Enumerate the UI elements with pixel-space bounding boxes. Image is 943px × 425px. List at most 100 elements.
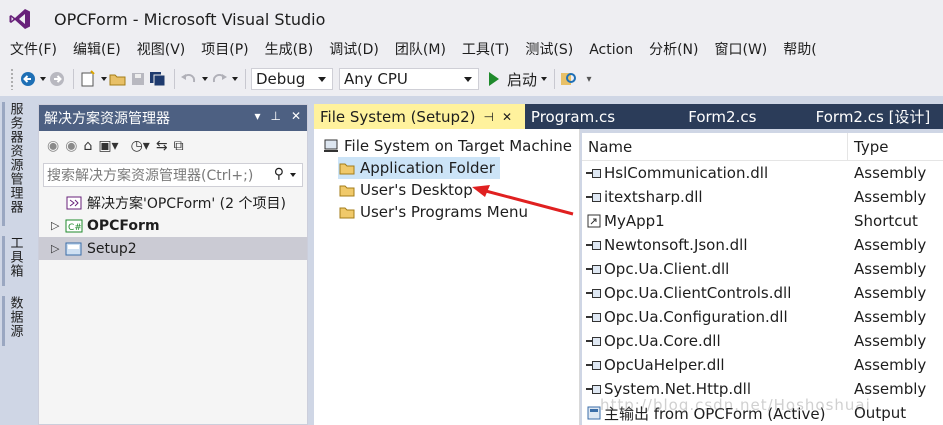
menu-analyze[interactable]: 分析(N) — [639, 38, 704, 62]
sync-icon[interactable]: ⇆ — [156, 138, 168, 154]
tab-toolbox[interactable]: 工具箱 — [2, 236, 26, 286]
pin-icon[interactable]: ⊥ — [270, 109, 280, 123]
menu-edit[interactable]: 编辑(E) — [63, 38, 127, 62]
tab-label: File System (Setup2) — [320, 107, 476, 126]
close-icon[interactable]: ✕ — [291, 109, 301, 123]
chevron-down-icon[interactable] — [290, 173, 296, 177]
watermark: http://blog.csdn.net/Hoshoshuai — [600, 396, 871, 414]
toolbar-separator — [174, 69, 175, 89]
undo-icon — [181, 73, 196, 83]
find-in-files-button[interactable] — [560, 67, 578, 91]
back-icon[interactable]: ◉ — [47, 138, 59, 154]
open-file-button[interactable] — [109, 67, 127, 91]
solution-search-input[interactable]: 搜索解决方案资源管理器(Ctrl+;) ⚲ — [43, 163, 303, 187]
list-item[interactable]: Newtonsoft.Json.dll Assembly — [582, 233, 943, 257]
file-type: Shortcut — [854, 212, 918, 230]
fs-item-application-folder[interactable]: Application Folder — [338, 157, 500, 179]
find-in-files-icon — [561, 73, 577, 85]
tree-item-setup2[interactable]: ▷ Setup2 — [39, 237, 307, 260]
toolbar-overflow-button[interactable]: ▾ — [580, 67, 598, 91]
menu-file[interactable]: 文件(F) — [0, 38, 63, 62]
navigate-back-button[interactable] — [20, 67, 46, 91]
menu-tools[interactable]: 工具(T) — [452, 38, 515, 62]
menu-debug[interactable]: 调试(D) — [319, 38, 385, 62]
tab-server-explorer-label: 服务器资源管理器 — [7, 102, 23, 214]
tab-form2-cs[interactable]: Form2.cs — [664, 104, 803, 129]
pin-icon[interactable]: ⊣ — [483, 110, 493, 124]
file-type: Assembly — [854, 164, 927, 182]
list-item[interactable]: OpcUaHelper.dll Assembly — [582, 353, 943, 377]
assembly-icon — [586, 287, 602, 299]
menu-window[interactable]: 窗口(W) — [704, 38, 773, 62]
close-icon[interactable]: ✕ — [502, 110, 512, 124]
start-debugging-button[interactable]: 启动 — [485, 67, 548, 91]
menu-build[interactable]: 生成(B) — [255, 38, 320, 62]
file-name: OpcUaHelper.dll — [604, 356, 725, 374]
new-project-button[interactable] — [79, 67, 107, 91]
tab-server-explorer[interactable]: 服务器资源管理器 — [2, 102, 26, 226]
menu-test[interactable]: 测试(S) — [515, 38, 579, 62]
save-button[interactable] — [129, 67, 147, 91]
list-item[interactable]: Opc.Ua.Core.dll Assembly — [582, 329, 943, 353]
standard-toolbar: Debug Any CPU 启动 ▾ — [0, 62, 943, 96]
menu-team[interactable]: 团队(M) — [385, 38, 452, 62]
toolbar-grip[interactable] — [10, 68, 14, 90]
file-name: MyApp1 — [604, 212, 665, 230]
toolbar-separator — [245, 69, 246, 89]
home-icon[interactable]: ⌂ — [83, 138, 92, 154]
file-name: Opc.Ua.ClientControls.dll — [604, 284, 792, 302]
expand-icon[interactable]: ▷ — [51, 242, 65, 255]
menu-help[interactable]: 帮助( — [773, 38, 822, 62]
solution-configuration-value: Debug — [256, 70, 306, 88]
menu-action[interactable]: Action — [579, 38, 639, 62]
fs-item-users-desktop[interactable]: User's Desktop — [338, 179, 579, 201]
redo-button[interactable] — [210, 67, 238, 91]
solution-explorer-title: 解决方案资源管理器 — [44, 111, 170, 127]
tab-data-sources[interactable]: 数据源 — [2, 296, 26, 346]
solution-configuration-select[interactable]: Debug — [251, 68, 333, 90]
file-list: Name Type HslCommunication.dll Assembly … — [582, 132, 943, 425]
assembly-icon — [586, 311, 602, 323]
tree-item-label: OPCForm — [87, 217, 160, 234]
solution-explorer-toolbar: ◉ ◉ ⌂ ▣▾ ◷▾ ⇆ ⧉ — [39, 131, 307, 161]
list-item[interactable]: Opc.Ua.ClientControls.dll Assembly — [582, 281, 943, 305]
list-item[interactable]: MyApp1 Shortcut — [582, 209, 943, 233]
fs-root-item[interactable]: File System on Target Machine — [314, 135, 579, 157]
tab-file-system-setup2[interactable]: File System (Setup2) ⊣ ✕ — [314, 104, 525, 129]
tab-form2-design[interactable]: Form2.cs [设计] — [804, 104, 943, 129]
fs-item-label: User's Desktop — [360, 181, 473, 199]
tree-item-solution[interactable]: 解决方案'OPCForm' (2 个项目) — [39, 191, 307, 214]
csharp-project-icon: C# — [65, 218, 83, 234]
shortcut-icon — [586, 213, 602, 229]
pending-changes-filter-icon[interactable]: ◷▾ — [131, 138, 150, 154]
tab-label: Program.cs — [530, 107, 616, 126]
file-type: Assembly — [854, 332, 927, 350]
assembly-icon — [586, 167, 602, 179]
list-item[interactable]: itextsharp.dll Assembly — [582, 185, 943, 209]
navigate-forward-button[interactable] — [48, 67, 66, 91]
tab-toolbox-label: 工具箱 — [7, 236, 23, 278]
list-item[interactable]: HslCommunication.dll Assembly — [582, 161, 943, 185]
switch-views-icon[interactable]: ▣▾ — [98, 138, 118, 154]
list-item[interactable]: Opc.Ua.Client.dll Assembly — [582, 257, 943, 281]
forward-icon[interactable]: ◉ — [65, 138, 77, 154]
tree-item-opcform[interactable]: ▷ C# OPCForm — [39, 214, 307, 237]
file-name: Newtonsoft.Json.dll — [604, 236, 748, 254]
file-type: Assembly — [854, 308, 927, 326]
solution-platform-select[interactable]: Any CPU — [339, 68, 479, 90]
undo-button[interactable] — [180, 67, 208, 91]
save-all-button[interactable] — [149, 67, 167, 91]
list-item[interactable]: Opc.Ua.Configuration.dll Assembly — [582, 305, 943, 329]
fs-item-label: User's Programs Menu — [360, 203, 528, 221]
file-type: Assembly — [854, 260, 927, 278]
column-header-type[interactable]: Type — [848, 138, 888, 156]
file-type: Assembly — [854, 188, 927, 206]
expand-icon[interactable]: ▷ — [51, 219, 65, 232]
menu-view[interactable]: 视图(V) — [127, 38, 192, 62]
menu-project[interactable]: 项目(P) — [191, 38, 254, 62]
collapse-all-icon[interactable]: ⧉ — [174, 138, 184, 154]
window-position-dropdown-icon[interactable]: ▾ — [254, 109, 260, 123]
column-header-name[interactable]: Name — [582, 132, 848, 161]
tab-program-cs[interactable]: Program.cs — [525, 104, 664, 129]
fs-item-users-programs-menu[interactable]: User's Programs Menu — [338, 201, 579, 223]
